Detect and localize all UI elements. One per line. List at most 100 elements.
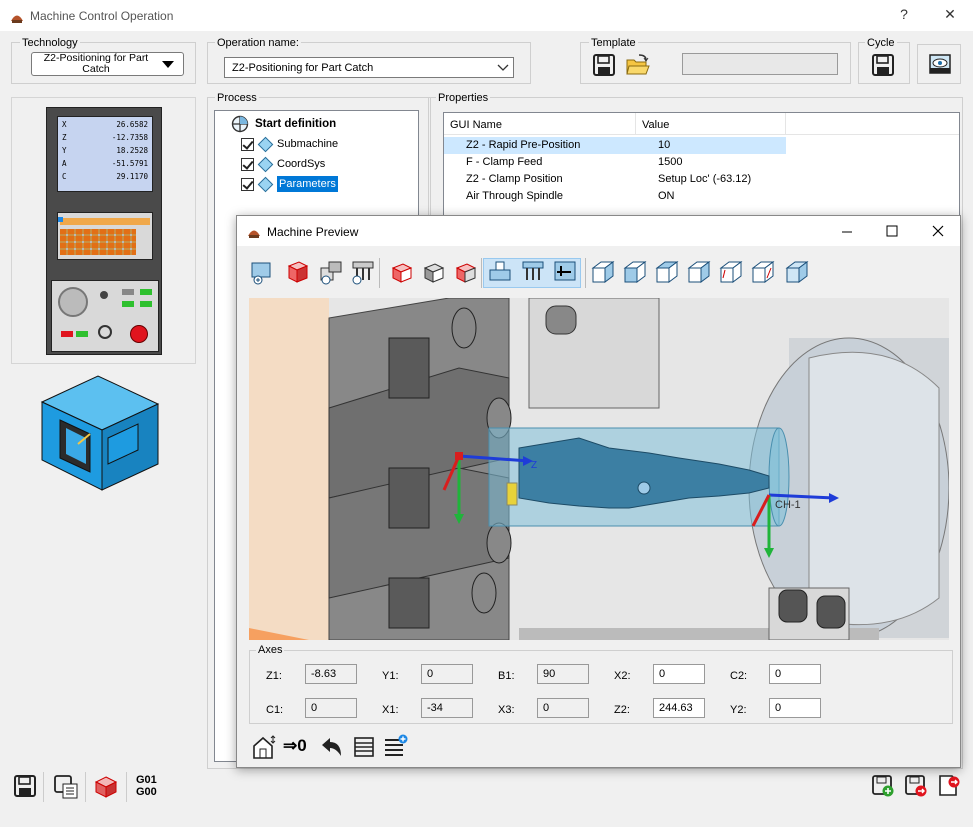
column-header-value[interactable]: Value xyxy=(636,113,786,134)
axis-field[interactable]: 0 xyxy=(305,698,357,718)
axis-field[interactable]: 0 xyxy=(653,664,705,684)
part-compare-icon[interactable] xyxy=(451,258,479,286)
axis-label: C2: xyxy=(730,670,748,682)
chevron-down-icon xyxy=(497,64,509,71)
technology-select[interactable]: Z2-Positioning for Part Catch xyxy=(31,52,184,76)
axis-field[interactable]: 0 xyxy=(769,664,821,684)
axis-field[interactable]: -8.63 xyxy=(305,664,357,684)
diamond-icon xyxy=(257,136,274,152)
stock-view-icon[interactable] xyxy=(283,258,311,286)
save-export-icon[interactable] xyxy=(905,775,927,797)
row-name: Z2 - Rapid Pre-Position xyxy=(444,137,636,154)
gcode-toggle-button[interactable]: G01 G00 xyxy=(136,774,157,798)
controller-screen: X 26.6582 Z -12.7358 Y 18.2528 A -51.5791 C 29.11… xyxy=(57,116,153,192)
3d-viewport[interactable]: Z CH-1 xyxy=(249,298,949,640)
save-template-icon[interactable] xyxy=(593,54,615,76)
home-axes-icon[interactable] xyxy=(251,734,277,760)
template-field[interactable] xyxy=(682,53,838,75)
readout-axis: C xyxy=(62,172,67,181)
tree-item-parameters[interactable]: Parameters xyxy=(241,174,338,194)
zero-axes-button[interactable]: ⇒0 xyxy=(283,736,307,756)
dropdown-arrow-icon xyxy=(162,61,174,68)
tree-item-label: Submachine xyxy=(277,138,339,150)
save-cycle-icon[interactable] xyxy=(872,54,894,76)
machine-isometric-image[interactable] xyxy=(38,372,162,494)
tree-item-label-selected: Parameters xyxy=(277,176,338,192)
view-right-icon[interactable] xyxy=(685,258,713,286)
row-value[interactable]: Setup Loc' (-63.12) xyxy=(636,171,786,188)
tree-item-coordsys[interactable]: CoordSys xyxy=(241,154,325,174)
list-add-icon[interactable] xyxy=(383,734,409,758)
save-icon[interactable] xyxy=(14,775,36,797)
part-gray-icon[interactable] xyxy=(419,258,447,286)
axis-field[interactable]: 0 xyxy=(769,698,821,718)
exit-document-icon[interactable] xyxy=(938,775,960,797)
view-top-icon[interactable] xyxy=(653,258,681,286)
readout-value: 26.6582 xyxy=(116,120,148,129)
list-icon[interactable] xyxy=(353,736,375,758)
app-icon xyxy=(248,230,260,238)
readout-row: Y 18.2528 xyxy=(62,146,148,159)
cnc-controller-image[interactable]: X 26.6582 Z -12.7358 Y 18.2528 A -51.5791 C 29.11… xyxy=(46,107,162,355)
row-value[interactable]: 10 xyxy=(636,137,786,154)
axis-field[interactable]: -34 xyxy=(421,698,473,718)
properties-header: GUI Name Value xyxy=(444,113,959,135)
help-button[interactable]: ? xyxy=(894,6,914,22)
machine-housing-icon[interactable] xyxy=(486,258,514,286)
machine-view-icon[interactable] xyxy=(249,258,277,286)
fixture-view-icon[interactable] xyxy=(317,258,345,286)
tool-view-icon[interactable] xyxy=(349,258,377,286)
axis-label: B1: xyxy=(498,670,515,682)
row-value[interactable]: ON xyxy=(636,188,786,205)
table-row[interactable]: Air Through Spindle ON xyxy=(444,188,959,205)
3d-model-icon[interactable] xyxy=(94,775,118,799)
maximize-icon[interactable] xyxy=(885,224,899,238)
tree-item-submachine[interactable]: Submachine xyxy=(241,134,338,154)
axis-label: X3: xyxy=(498,704,515,716)
view-front-icon[interactable] xyxy=(621,258,649,286)
axis-field[interactable]: 0 xyxy=(421,664,473,684)
axis-field[interactable]: 90 xyxy=(537,664,589,684)
tree-root[interactable]: Start definition xyxy=(231,114,336,134)
view-cycle-button[interactable] xyxy=(917,44,961,84)
open-folder-icon[interactable] xyxy=(626,54,650,76)
row-name: F - Clamp Feed xyxy=(466,156,543,168)
undo-icon[interactable] xyxy=(319,736,343,758)
diamond-icon xyxy=(257,156,274,172)
operation-label: Operation name: xyxy=(215,37,301,49)
view-back-icon[interactable] xyxy=(749,258,777,286)
parameters-checkbox[interactable] xyxy=(241,177,254,191)
axis-field[interactable]: 0 xyxy=(537,698,589,718)
tools-toggle-icon[interactable] xyxy=(519,258,547,286)
axis-field[interactable]: 244.63 xyxy=(653,698,705,718)
axis-z-label: Z xyxy=(531,460,537,471)
part-red-icon[interactable] xyxy=(387,258,415,286)
machine-preview-window: Machine Preview Z CH-1 Axes Z1: -8.63 Y1… xyxy=(236,215,961,768)
view-bottom-icon[interactable] xyxy=(783,258,811,286)
view-left-icon[interactable] xyxy=(717,258,745,286)
axes-toggle-icon[interactable] xyxy=(551,258,579,286)
view-iso-icon[interactable] xyxy=(589,258,617,286)
coordsys-checkbox[interactable] xyxy=(241,157,254,171)
technology-value: Z2-Positioning for Part Catch xyxy=(43,52,149,75)
minimize-icon[interactable] xyxy=(840,224,854,238)
table-row[interactable]: Z2 - Rapid Pre-Position 10 xyxy=(444,137,959,154)
close-icon[interactable] xyxy=(931,224,945,238)
g00-label: G00 xyxy=(136,786,157,798)
table-row[interactable]: F - Clamp Feed 1500 xyxy=(444,154,959,171)
preview-title: Machine Preview xyxy=(267,225,359,239)
axis-label: Y1: xyxy=(382,670,399,682)
axis-label: Y2: xyxy=(730,704,747,716)
readout-axis: A xyxy=(62,159,67,168)
operation-name-select[interactable]: Z2-Positioning for Part Catch xyxy=(224,57,514,78)
row-value[interactable]: 1500 xyxy=(636,154,786,171)
save-calculator-icon[interactable] xyxy=(54,775,78,799)
close-button[interactable]: ✕ xyxy=(940,6,960,23)
table-row[interactable]: Z2 - Clamp Position Setup Loc' (-63.12) xyxy=(444,171,959,188)
title-bar: Machine Control Operation ? ✕ xyxy=(0,0,973,31)
column-header-name[interactable]: GUI Name xyxy=(444,113,636,134)
readout-value: 18.2528 xyxy=(116,146,148,155)
submachine-checkbox[interactable] xyxy=(241,137,254,151)
readout-axis: X xyxy=(62,120,67,129)
save-add-icon[interactable] xyxy=(872,775,894,797)
